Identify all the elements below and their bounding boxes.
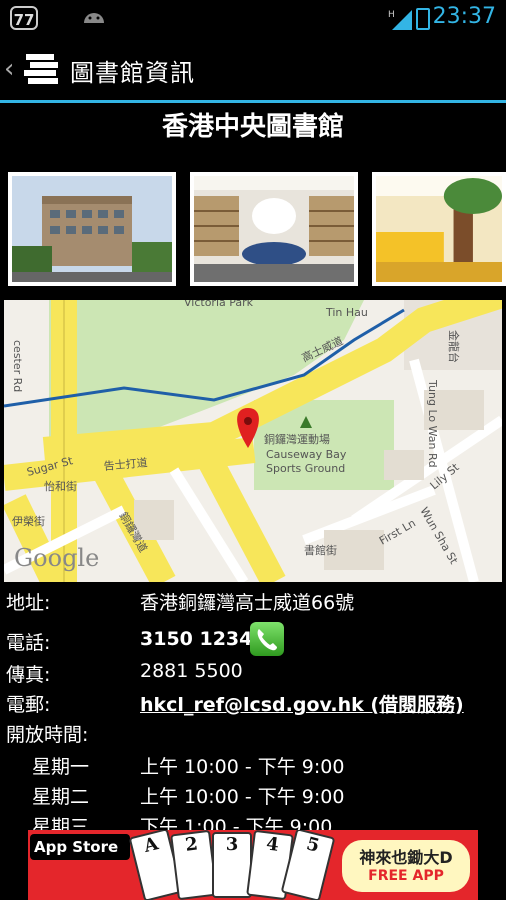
books-logo-icon[interactable] xyxy=(22,48,62,88)
signal-icon: H xyxy=(388,10,412,30)
location-map[interactable]: Victoria Park Tin Hau 銅鑼灣運動場 Causeway Ba… xyxy=(4,300,502,582)
action-bar: ‹ 圖書館資訊 xyxy=(0,38,506,103)
ad-banner[interactable]: App Store A 2 3 4 5 神來也鋤大D FREE APP xyxy=(28,830,478,900)
map-label-causeway-cn: 銅鑼灣運動場 xyxy=(264,432,330,446)
back-chevron-icon[interactable]: ‹ xyxy=(4,54,14,84)
address-label: 地址: xyxy=(6,592,51,614)
clock: 23:37 xyxy=(432,4,496,29)
phone-label: 電話: xyxy=(6,632,51,654)
map-label-shu-kuk: 書館街 xyxy=(304,543,337,557)
svg-text:H: H xyxy=(388,10,395,20)
hours-time: 上午 10:00 - 下午 9:00 xyxy=(140,756,345,778)
map-label-victoria-park: Victoria Park xyxy=(184,300,254,309)
address-value: 香港銅鑼灣高士威道66號 xyxy=(140,592,355,614)
map-label-causeway-en2: Sports Ground xyxy=(266,462,345,475)
notification-count-badge: 77 xyxy=(10,6,38,30)
library-building-photo[interactable] xyxy=(8,172,176,286)
fax-label: 傳真: xyxy=(6,664,51,686)
email-label: 電郵: xyxy=(6,694,51,716)
map-label-king-kwong: 金龍台 xyxy=(447,330,461,363)
playing-card: 2 xyxy=(170,830,218,900)
map-label-tin-hau: Tin Hau xyxy=(325,306,368,319)
hours-time: 上午 10:00 - 下午 9:00 xyxy=(140,786,345,808)
ad-brand[interactable]: 神來也鋤大D FREE APP xyxy=(342,840,470,892)
ad-brand-title: 神來也鋤大D xyxy=(359,848,453,867)
map-label-yee-wo: 怡和街 xyxy=(44,479,77,493)
app-store-label: App Store xyxy=(34,838,119,856)
battery-icon xyxy=(416,8,430,30)
hours-label: 開放時間: xyxy=(6,724,89,746)
fax-value: 2881 5500 xyxy=(140,660,243,682)
ad-brand-subtitle: FREE APP xyxy=(368,868,444,884)
status-bar: 77 H 23:37 xyxy=(0,0,506,38)
map-label-hing-fat: 伊榮街 xyxy=(12,514,45,528)
library-reading-area-photo[interactable] xyxy=(190,172,358,286)
app-store-badge[interactable]: App Store xyxy=(30,834,130,860)
page-title: 圖書館資訊 xyxy=(70,59,195,87)
hours-day: 星期一 xyxy=(32,756,90,778)
hours-day: 星期二 xyxy=(32,786,90,808)
map-label-causeway-en1: Causeway Bay xyxy=(266,448,347,461)
library-name: 香港中央圖書館 xyxy=(161,112,344,142)
google-logo: Google xyxy=(14,544,99,572)
android-icon xyxy=(84,13,104,23)
library-children-area-photo[interactable] xyxy=(372,172,506,286)
map-label-gloucester: cester Rd xyxy=(11,340,24,392)
phone-call-icon[interactable] xyxy=(250,622,284,656)
phone-value[interactable]: 3150 1234 xyxy=(140,628,252,650)
map-label-tung-lo-wan: Tung Lo Wan Rd xyxy=(426,379,439,468)
email-link[interactable]: hkcl_ref@lcsd.gov.hk (借閱服務) xyxy=(140,690,464,717)
